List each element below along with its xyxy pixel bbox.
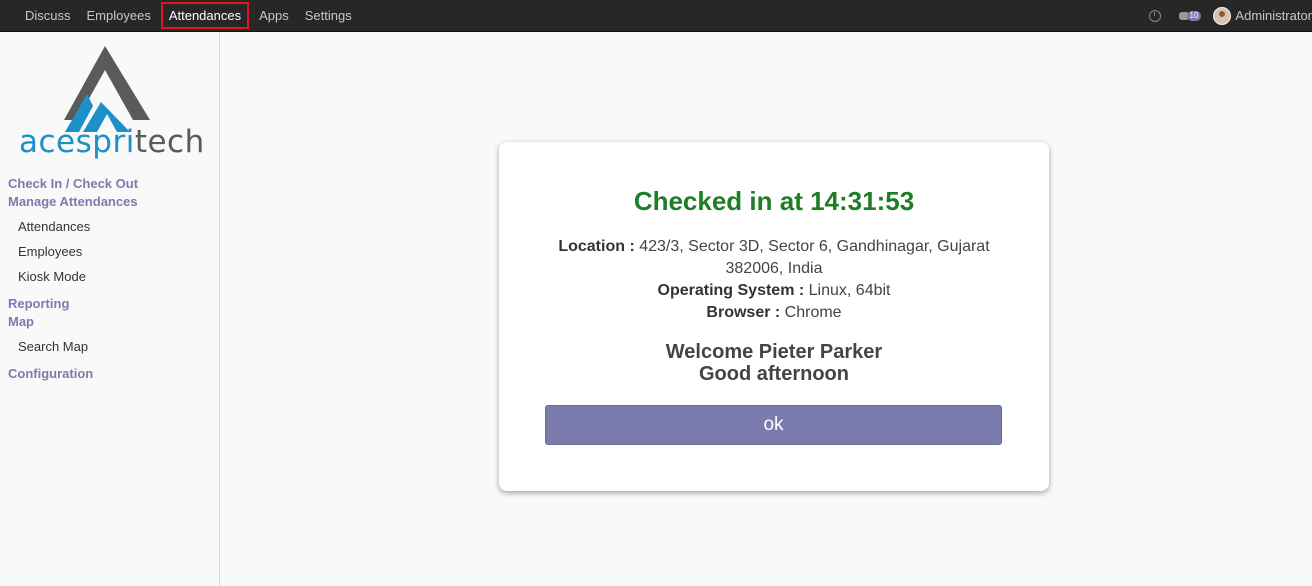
avatar[interactable] [1213, 6, 1232, 25]
browser-label: Browser : [706, 304, 781, 321]
sidebar: acespritech Check In / Check Out Manage … [0, 32, 220, 586]
sidebar-item-check-in-out[interactable]: Check In / Check Out [0, 175, 219, 193]
menu-discuss[interactable]: Discuss [17, 0, 79, 31]
sidebar-item-manage-attendances[interactable]: Manage Attendances [0, 193, 219, 211]
checkin-info: Location : 423/3, Sector 3D, Sector 6, G… [549, 236, 999, 324]
sidebar-item-search-map[interactable]: Search Map [0, 334, 219, 359]
greeting-text: Good afternoon [699, 363, 849, 385]
ok-button[interactable]: ok [545, 405, 1002, 445]
sidebar-item-employees[interactable]: Employees [0, 239, 219, 264]
os-line: Operating System : Linux, 64bit [549, 280, 999, 302]
checkin-dialog: Checked in at 14:31:53 Location : 423/3,… [499, 142, 1049, 491]
app-menu: Discuss Employees Attendances Apps Setti… [0, 0, 360, 31]
menu-settings[interactable]: Settings [297, 0, 360, 31]
messages-button[interactable]: 10 [1178, 10, 1202, 21]
sidebar-nav: Check In / Check Out Manage Attendances … [0, 175, 219, 383]
logo-text: acespritech [19, 124, 205, 160]
notification-badge: 10 [1186, 10, 1202, 21]
sidebar-item-reporting[interactable]: Reporting [0, 295, 219, 313]
sidebar-item-map[interactable]: Map [0, 313, 219, 331]
location-label: Location : [558, 238, 635, 255]
browser-value: Chrome [784, 304, 842, 321]
user-menu[interactable]: Administrator [1235, 8, 1312, 23]
browser-line: Browser : Chrome [549, 302, 999, 324]
location-value: 423/3, Sector 3D, Sector 6, Gandhinagar,… [639, 238, 990, 277]
sidebar-item-kiosk-mode[interactable]: Kiosk Mode [0, 264, 219, 289]
sidebar-item-configuration[interactable]: Configuration [0, 365, 219, 383]
checkin-title: Checked in at 14:31:53 [633, 186, 915, 216]
menu-apps[interactable]: Apps [251, 0, 297, 31]
menu-attendances[interactable]: Attendances [160, 2, 250, 29]
os-value: Linux, 64bit [808, 282, 891, 299]
top-navbar: Discuss Employees Attendances Apps Setti… [0, 0, 1312, 32]
welcome-text: Welcome Pieter Parker [665, 341, 883, 363]
systray: 10 Administrator [1148, 0, 1312, 31]
sidebar-item-attendances[interactable]: Attendances [0, 214, 219, 239]
location-line: Location : 423/3, Sector 3D, Sector 6, G… [549, 236, 999, 280]
menu-employees[interactable]: Employees [79, 0, 159, 31]
welcome-message: Welcome Pieter Parker Good afternoon [499, 341, 1049, 385]
os-label: Operating System : [657, 282, 805, 299]
clock-icon[interactable] [1148, 9, 1161, 22]
